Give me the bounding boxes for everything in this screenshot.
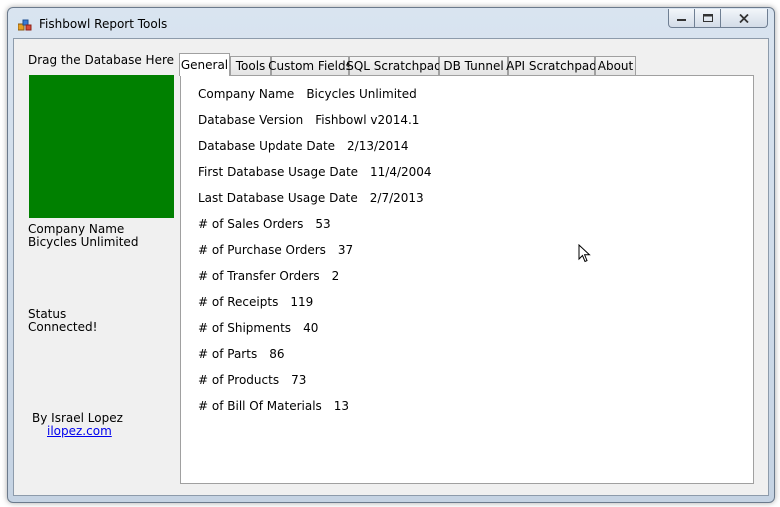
database-drop-zone[interactable] <box>29 75 174 218</box>
company-name-value: Bicycles Unlimited <box>28 235 139 249</box>
main-client-area: Drag the Database Here Company Name Bicy… <box>13 38 769 496</box>
tab-about[interactable]: About <box>595 56 636 75</box>
caption-buttons <box>668 9 768 29</box>
author-website-link[interactable]: ilopez.com <box>47 424 112 438</box>
info-transfer-orders: # of Transfer Orders 2 <box>198 269 340 283</box>
info-company-name: Company Name Bicycles Unlimited <box>198 87 417 101</box>
minimize-button[interactable] <box>668 9 695 28</box>
minimize-icon <box>677 19 686 21</box>
maximize-button[interactable] <box>695 9 721 28</box>
tab-sql-scratchpad[interactable]: SQL Scratchpad <box>346 56 442 75</box>
restore-icon <box>702 14 713 22</box>
app-icon <box>18 19 32 31</box>
app-window: Fishbowl Report Tools Drag the Database … <box>7 7 775 503</box>
status-value: Connected! <box>28 320 98 334</box>
tab-custom-fields[interactable]: Custom Fields <box>268 56 352 75</box>
tab-api-scratchpad[interactable]: API Scratchpad <box>506 56 597 75</box>
info-sales-orders: # of Sales Orders 53 <box>198 217 331 231</box>
info-last-usage-date: Last Database Usage Date 2/7/2013 <box>198 191 424 205</box>
info-parts: # of Parts 86 <box>198 347 285 361</box>
info-shipments: # of Shipments 40 <box>198 321 319 335</box>
title-bar[interactable]: Fishbowl Report Tools <box>8 8 774 38</box>
window-title: Fishbowl Report Tools <box>39 17 168 31</box>
mouse-pointer-icon <box>578 244 591 263</box>
info-receipts: # of Receipts 119 <box>198 295 314 309</box>
close-button[interactable] <box>721 9 768 28</box>
info-bill-of-materials: # of Bill Of Materials 13 <box>198 399 350 413</box>
drop-label: Drag the Database Here <box>28 53 174 67</box>
author-credit: By Israel Lopez <box>32 411 123 425</box>
tab-db-tunnel[interactable]: DB Tunnel <box>439 56 508 75</box>
info-purchase-orders: # of Purchase Orders 37 <box>198 243 354 257</box>
info-products: # of Products 73 <box>198 373 307 387</box>
tab-tools[interactable]: Tools <box>230 56 271 75</box>
close-icon <box>739 13 749 23</box>
tab-general[interactable]: General <box>179 53 230 76</box>
info-first-usage-date: First Database Usage Date 11/4/2004 <box>198 165 432 179</box>
info-database-update-date: Database Update Date 2/13/2014 <box>198 139 409 153</box>
general-tab-panel: Company Name Bicycles Unlimited Database … <box>180 75 754 484</box>
info-database-version: Database Version Fishbowl v2014.1 <box>198 113 420 127</box>
